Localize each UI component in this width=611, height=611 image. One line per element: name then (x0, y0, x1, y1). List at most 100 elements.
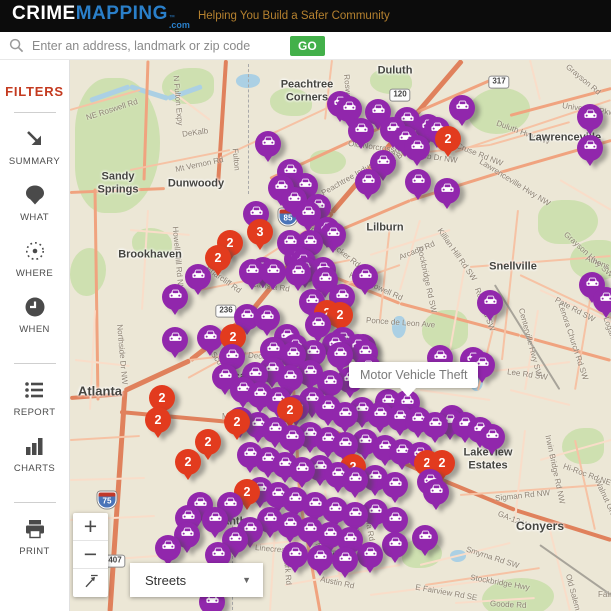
car-icon (353, 120, 370, 142)
crime-marker-motor-vehicle-theft[interactable] (307, 545, 333, 571)
crime-marker-motor-vehicle-theft[interactable] (477, 290, 503, 316)
search-input[interactable] (32, 39, 290, 53)
road-label: Lenora Church Rd SW (557, 302, 590, 381)
sidebar-item-what[interactable]: WHAT (20, 182, 49, 223)
road (70, 477, 145, 481)
crime-marker-motor-vehicle-theft[interactable] (260, 259, 286, 285)
sidebar-item-charts[interactable]: CHARTS (14, 433, 55, 474)
bar-chart-icon (22, 433, 46, 459)
road-label: Hi-Roc Rd NE (562, 462, 611, 488)
crime-marker-motor-vehicle-theft[interactable] (332, 547, 358, 573)
crime-marker-motor-vehicle-theft[interactable] (382, 472, 408, 498)
car-icon (302, 519, 319, 541)
car-icon (190, 266, 207, 288)
crime-marker-motor-vehicle-theft[interactable] (254, 305, 280, 331)
map-zoom-panel: + − (73, 513, 108, 597)
sidebar-item-label: WHAT (20, 212, 49, 223)
basemap-selector[interactable]: Streets ▼ (130, 563, 263, 597)
crime-marker-motor-vehicle-theft[interactable] (434, 178, 460, 204)
crime-marker-motor-vehicle-theft[interactable] (412, 525, 438, 551)
car-icon (260, 133, 277, 155)
crime-marker-motor-vehicle-theft[interactable] (255, 131, 281, 157)
car-icon (417, 527, 434, 549)
default-extent-button[interactable] (73, 569, 108, 597)
sidebar-item-report[interactable]: REPORT (14, 377, 56, 418)
car-icon (312, 547, 329, 569)
car-icon (282, 514, 299, 536)
crime-marker-motor-vehicle-theft[interactable] (348, 118, 374, 144)
road (75, 359, 130, 367)
road (514, 430, 526, 520)
crime-marker-motor-vehicle-theft[interactable] (357, 542, 383, 568)
crime-marker-motor-vehicle-theft[interactable] (577, 104, 603, 130)
crime-marker-motor-vehicle-theft[interactable] (405, 169, 431, 195)
crime-marker-motor-vehicle-theft[interactable] (185, 264, 211, 290)
crime-marker-motor-vehicle-theft[interactable] (355, 169, 381, 195)
cluster-marker[interactable]: 2 (435, 126, 461, 152)
go-button[interactable]: GO (290, 36, 325, 56)
zoom-out-button[interactable]: − (73, 541, 108, 569)
compass-arrow-icon (81, 571, 101, 595)
cluster-marker[interactable]: 2 (224, 409, 250, 435)
car-icon (294, 459, 311, 481)
sidebar-item-where[interactable]: WHERE (16, 238, 53, 279)
sidebar-item-summary[interactable]: SUMMARY (9, 126, 60, 167)
crime-marker-motor-vehicle-theft[interactable] (282, 542, 308, 568)
map[interactable]: Motor Vehicle Theft + − Streets ▼ NE Ros… (70, 60, 611, 611)
car-icon (327, 499, 344, 521)
crime-marker-motor-vehicle-theft[interactable] (449, 95, 475, 121)
car-icon (287, 489, 304, 511)
road-label: Northside Dr NW (115, 324, 129, 385)
park-area (270, 88, 312, 116)
park-area (310, 150, 346, 174)
crime-marker-motor-vehicle-theft[interactable] (162, 327, 188, 353)
road (460, 484, 600, 496)
car-icon (284, 427, 301, 449)
cluster-marker[interactable]: 3 (247, 219, 273, 245)
crimemapping-logo[interactable]: CRIMEMAPPING ™ .com (12, 3, 190, 30)
crime-marker-motor-vehicle-theft[interactable] (162, 284, 188, 310)
cluster-marker[interactable]: 2 (145, 407, 171, 433)
crime-marker-motor-vehicle-theft[interactable] (342, 502, 368, 528)
cluster-marker[interactable]: 2 (175, 449, 201, 475)
crime-marker-motor-vehicle-theft[interactable] (320, 222, 346, 248)
car-icon (300, 203, 317, 225)
car-icon (598, 289, 611, 311)
car-icon (239, 306, 256, 328)
route-shield: 120 (389, 89, 410, 102)
crime-marker-motor-vehicle-theft[interactable] (382, 507, 408, 533)
crime-marker-motor-vehicle-theft[interactable] (479, 424, 505, 450)
crime-marker-motor-vehicle-theft[interactable] (423, 479, 449, 505)
sidebar-item-label: REPORT (14, 407, 56, 418)
crime-marker-motor-vehicle-theft[interactable] (279, 425, 305, 451)
crime-marker-motor-vehicle-theft[interactable] (155, 535, 181, 561)
crime-marker-motor-vehicle-theft[interactable] (404, 135, 430, 161)
logo-crime-text: CRIME (12, 3, 76, 25)
cluster-marker[interactable]: 2 (195, 429, 221, 455)
car-icon (439, 180, 456, 202)
crime-marker-motor-vehicle-theft[interactable] (332, 402, 358, 428)
car-icon (347, 504, 364, 526)
car-icon (337, 549, 354, 571)
crime-marker-motor-vehicle-theft[interactable] (285, 260, 311, 286)
road (370, 579, 490, 596)
sidebar-item-print[interactable]: PRINT (19, 516, 50, 557)
car-icon (160, 537, 177, 559)
cluster-marker[interactable]: 2 (205, 245, 231, 271)
crime-marker-motor-vehicle-theft[interactable] (577, 135, 603, 161)
crime-marker-motor-vehicle-theft[interactable] (352, 264, 378, 290)
road-label: Killian Hill Rd SW (436, 226, 479, 282)
crime-marker-motor-vehicle-theft[interactable] (422, 412, 448, 438)
crime-marker-motor-vehicle-theft[interactable] (289, 457, 315, 483)
crime-marker-motor-vehicle-theft[interactable] (202, 507, 228, 533)
car-icon (244, 261, 261, 283)
car-icon (582, 106, 599, 128)
sidebar-item-when[interactable]: WHEN (19, 294, 50, 335)
tagline: Helping You Build a Safer Community (198, 10, 390, 22)
sidebar-item-label: WHEN (19, 324, 50, 335)
car-icon (259, 307, 276, 329)
zoom-in-button[interactable]: + (73, 513, 108, 541)
crime-marker-motor-vehicle-theft[interactable] (382, 532, 408, 558)
crime-marker-motor-vehicle-theft[interactable] (342, 467, 368, 493)
sidebar-divider (14, 112, 56, 113)
